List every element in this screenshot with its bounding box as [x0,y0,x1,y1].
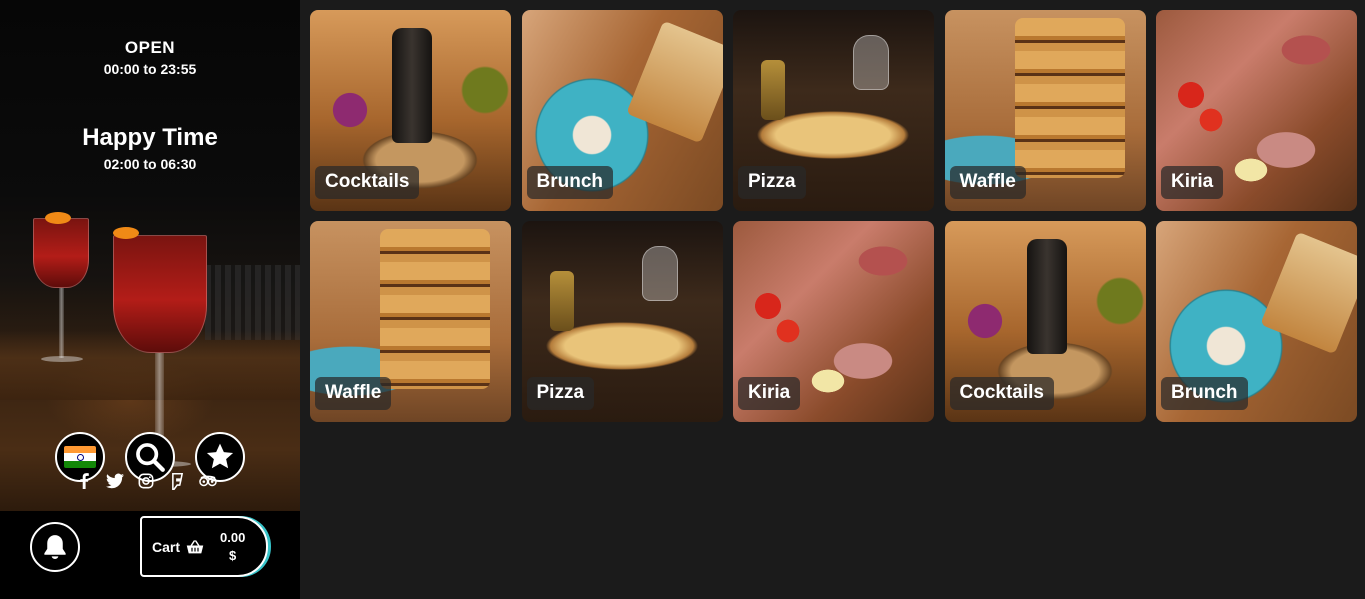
tripadvisor-icon[interactable] [199,472,217,490]
happy-time-range: 02:00 to 06:30 [103,156,197,172]
instagram-icon[interactable] [137,472,155,490]
category-grid: Cocktails Brunch Pizza Waffle Kiria Waffle Piz… [310,10,1357,422]
category-tile-brunch[interactable]: Brunch [1156,221,1357,422]
category-label: Waffle [315,377,392,410]
social-links [75,472,217,490]
category-tile-pizza[interactable]: Pizza [521,221,723,422]
cocktail-glass-left [33,212,93,368]
category-tile-pizza[interactable]: Pizza [733,10,934,211]
category-tile-waffle[interactable]: Waffle [944,10,1146,211]
india-flag-icon [64,446,96,468]
category-tile-waffle[interactable]: Waffle [310,221,511,422]
hero-image: OPEN 00:00 to 23:55 Happy Time 02:00 to … [0,0,300,511]
category-label: Kiria [738,377,801,410]
category-label: Waffle [949,166,1026,199]
bell-icon [44,535,66,559]
cart-label: Cart [152,538,181,555]
category-label: Cocktails [315,166,420,199]
basket-icon [186,539,204,553]
category-label: Pizza [738,166,806,199]
opening-hours-title: OPEN [124,38,176,57]
happy-time-title: Happy Time [82,124,218,151]
category-tile-cocktails[interactable]: Cocktails [944,221,1146,422]
category-label: Kiria [1161,166,1224,199]
search-icon [136,443,165,472]
opening-hours-range: 00:00 to 23:55 [103,61,197,77]
category-label: Brunch [526,166,613,199]
category-label: Brunch [1161,377,1248,410]
cart-currency: $ [229,547,237,563]
cart-button[interactable]: Cart 0.00 $ [140,516,268,577]
cart-total: 0.00 $ [220,529,245,565]
opening-hours: OPEN 00:00 to 23:55 [0,38,300,77]
category-tile-kiria[interactable]: Kiria [1156,10,1357,211]
facebook-icon[interactable] [75,472,93,490]
foursquare-icon[interactable] [168,472,186,490]
category-label: Cocktails [949,377,1054,410]
category-tile-kiria[interactable]: Kiria [733,221,934,422]
category-area: Cocktails Brunch Pizza Waffle Kiria Waffle Piz… [300,0,1365,599]
category-tile-cocktails[interactable]: Cocktails [310,10,511,211]
category-tile-brunch[interactable]: Brunch [521,10,723,211]
crate-decoration [205,265,300,340]
notifications-button[interactable] [30,522,80,572]
happy-time: Happy Time 02:00 to 06:30 [0,124,300,172]
star-icon [206,443,234,469]
cart-amount: 0.00 [220,529,246,545]
category-label: Pizza [526,377,595,410]
sidebar: OPEN 00:00 to 23:55 Happy Time 02:00 to … [0,0,300,599]
twitter-icon[interactable] [106,472,124,490]
